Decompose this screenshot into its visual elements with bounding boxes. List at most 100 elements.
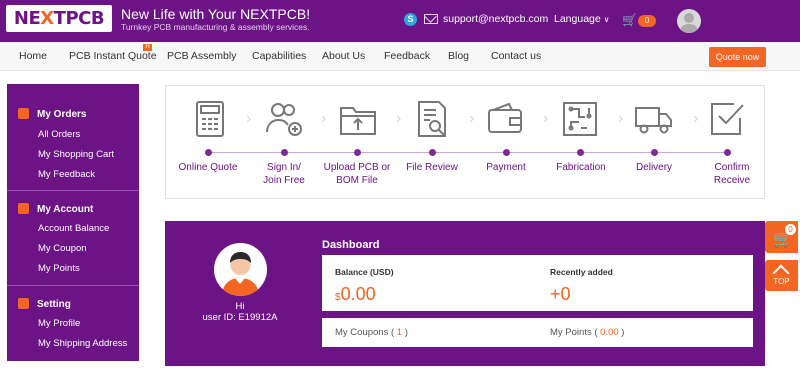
nextpcb-logo[interactable]: NEXTPCB — [6, 5, 112, 32]
nav-capabilities[interactable]: Capabilities — [252, 50, 306, 62]
order-process-steps: › › › › › › › Online Quote Sign In/ Join… — [165, 85, 765, 199]
coupons-label: My Coupons — [335, 327, 389, 338]
language-dropdown[interactable]: Language ∨ — [554, 13, 610, 25]
nav-contact-us[interactable]: Contact us — [491, 50, 541, 62]
coupons-count: 1 — [396, 327, 403, 338]
step-dot — [281, 149, 288, 156]
step-dot — [429, 149, 436, 156]
floating-cart-button[interactable]: 🛒 0 — [765, 221, 798, 253]
skype-icon[interactable]: S — [404, 13, 417, 26]
truck-icon — [633, 98, 675, 140]
coupons-points-card: My Coupons ( 1 ) My Points ( 0.00 ) — [322, 318, 753, 347]
users-add-icon — [263, 98, 305, 140]
tagline: New Life with Your NEXTPCB! — [121, 6, 311, 22]
hot-badge: H — [143, 44, 152, 51]
cart-count-badge: 0 — [638, 15, 656, 27]
sidebar-heading-setting: Setting — [18, 298, 71, 310]
sidebar-item-points[interactable]: My Points — [38, 263, 80, 274]
chevron-down-icon: ∨ — [603, 15, 610, 24]
wallet-icon — [484, 98, 526, 140]
dashboard-title: Dashboard — [322, 239, 380, 251]
nav-blog[interactable]: Blog — [448, 50, 469, 62]
chevron-right-icon: › — [543, 110, 549, 127]
balance-amount: $0.00 — [335, 284, 376, 305]
sidebar-item-profile[interactable]: My Profile — [38, 318, 80, 329]
account-sidebar: My Orders All Orders My Shopping Cart My… — [7, 84, 139, 361]
top-header: NEXTPCB New Life with Your NEXTPCB! Turn… — [0, 0, 800, 42]
user-avatar[interactable] — [677, 9, 701, 33]
nav-pcb-instant-quote[interactable]: PCB Instant Quote — [69, 50, 157, 62]
sub-tagline: Turnkey PCB manufacturing & assembly ser… — [121, 22, 310, 32]
points-label: My Points — [550, 327, 592, 338]
points-value: 0.00 — [600, 327, 619, 338]
back-to-top-button[interactable]: TOP — [765, 260, 798, 291]
step-label-fabrication[interactable]: Fabrication — [541, 161, 621, 174]
sidebar-item-account-balance[interactable]: Account Balance — [38, 223, 109, 234]
sidebar-heading-account: My Account — [18, 203, 93, 215]
profile-avatar[interactable] — [214, 243, 267, 296]
chevron-right-icon: › — [396, 110, 402, 127]
sidebar-section-orders: My Orders All Orders My Shopping Cart My… — [7, 84, 139, 190]
sidebar-item-feedback[interactable]: My Feedback — [38, 169, 95, 180]
top-label: TOP — [773, 277, 790, 286]
step-label-file-review[interactable]: File Review — [392, 161, 472, 174]
circuit-board-icon — [559, 98, 601, 140]
main-nav: Home PCB Instant Quote H PCB Assembly Ca… — [0, 42, 800, 71]
chevron-right-icon: › — [618, 110, 624, 127]
wallet-icon — [18, 203, 29, 214]
logo-text: NEXTPCB — [13, 8, 105, 29]
nav-home[interactable]: Home — [19, 50, 47, 62]
step-dot — [354, 149, 361, 156]
nav-pcb-assembly[interactable]: PCB Assembly — [167, 50, 236, 62]
dashboard-panel: Hi user ID: E19912A Dashboard Balance (U… — [165, 221, 765, 366]
nav-feedback[interactable]: Feedback — [384, 50, 430, 62]
sidebar-section-setting: Setting My Profile My Shipping Address — [7, 285, 139, 361]
language-label: Language — [554, 13, 601, 25]
orders-icon — [18, 108, 29, 119]
sidebar-item-all-orders[interactable]: All Orders — [38, 129, 80, 140]
support-email-link[interactable]: support@nextpcb.com — [443, 13, 548, 25]
sidebar-heading-orders: My Orders — [18, 108, 86, 120]
nav-about-us[interactable]: About Us — [322, 50, 365, 62]
account-title: My Account — [37, 204, 94, 215]
recently-added-label: Recently added — [550, 267, 613, 277]
step-label-payment[interactable]: Payment — [466, 161, 546, 174]
folder-upload-icon — [337, 98, 379, 140]
step-dot — [503, 149, 510, 156]
user-id: user ID: E19912A — [202, 312, 278, 323]
calculator-icon — [189, 98, 231, 140]
step-label-sign-in[interactable]: Sign In/ Join Free — [244, 161, 324, 187]
setting-title: Setting — [37, 299, 71, 310]
gear-icon — [18, 298, 29, 309]
quote-now-button[interactable]: Quote now — [709, 47, 766, 67]
step-label-delivery[interactable]: Delivery — [614, 161, 694, 174]
mail-icon — [424, 14, 438, 24]
user-greeting: Hi — [235, 301, 245, 312]
my-coupons-link[interactable]: My Coupons ( 1 ) — [335, 327, 408, 338]
sidebar-item-coupon[interactable]: My Coupon — [38, 243, 87, 254]
chevron-right-icon: › — [469, 110, 475, 127]
sidebar-section-account: My Account Account Balance My Coupon My … — [7, 190, 139, 285]
step-label-online-quote[interactable]: Online Quote — [168, 161, 248, 174]
step-label-confirm-receive[interactable]: Confirm Receive — [692, 161, 772, 187]
document-search-icon — [411, 98, 453, 140]
chevron-right-icon: › — [321, 110, 327, 127]
checkmark-icon — [706, 98, 748, 140]
step-dot — [577, 149, 584, 156]
balance-value: 0.00 — [340, 284, 376, 304]
balance-label: Balance (USD) — [335, 267, 394, 277]
step-dot — [651, 149, 658, 156]
my-points-link[interactable]: My Points ( 0.00 ) — [550, 327, 624, 338]
chevron-right-icon: › — [246, 110, 252, 127]
cart-icon[interactable]: 🛒 — [622, 13, 637, 27]
balance-card: Balance (USD) $0.00 Recently added +0 — [322, 255, 753, 311]
floating-cart-count: 0 — [785, 224, 796, 235]
sidebar-item-shipping-address[interactable]: My Shipping Address — [38, 338, 127, 349]
orders-title: My Orders — [37, 109, 87, 120]
step-dot — [724, 149, 731, 156]
step-dot — [205, 149, 212, 156]
recently-added-value: +0 — [550, 284, 571, 304]
sidebar-item-shopping-cart[interactable]: My Shopping Cart — [38, 149, 114, 160]
chevron-right-icon: › — [693, 110, 699, 127]
step-label-upload[interactable]: Upload PCB or BOM File — [317, 161, 397, 187]
